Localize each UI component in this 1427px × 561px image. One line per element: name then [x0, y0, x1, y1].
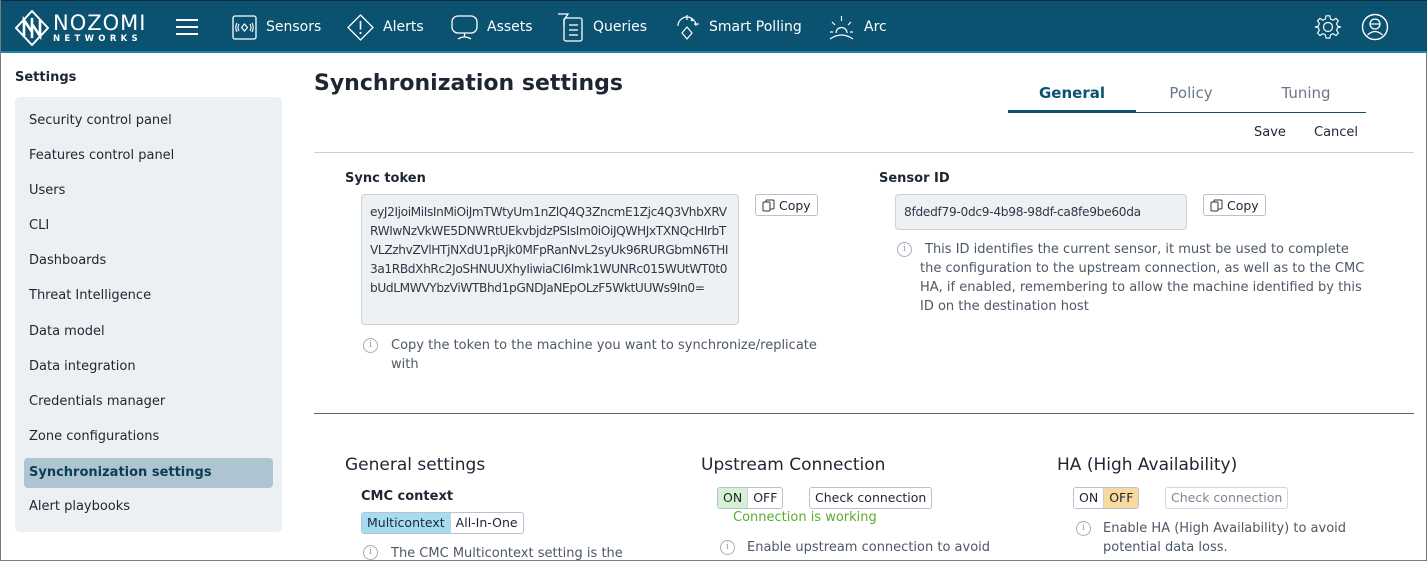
upstream-connection-title: Upstream Connection	[701, 455, 886, 475]
sidebar-item-security-control-panel[interactable]: Security control panel	[29, 113, 172, 128]
upstream-on-option[interactable]: ON	[718, 488, 748, 508]
sidebar-item-synchronization-settings[interactable]: Synchronization settings	[24, 458, 273, 488]
info-icon: i	[897, 242, 912, 257]
settings-sidebar: Security control panel Features control …	[15, 97, 282, 532]
cmc-context-label: CMC context	[361, 489, 454, 504]
ha-toggle: ON OFF	[1073, 487, 1140, 509]
top-navigation-bar: NOZOMI NETWORKS Sensors Alerts Assets Qu…	[1, 0, 1427, 53]
info-icon: i	[720, 540, 735, 555]
sidebar-item-alert-playbooks[interactable]: Alert playbooks	[29, 499, 130, 514]
nav-queries[interactable]: Queries	[557, 11, 647, 43]
tab-policy[interactable]: Policy	[1136, 84, 1246, 112]
sidebar-item-features-control-panel[interactable]: Features control panel	[29, 148, 174, 163]
nav-sensors[interactable]: Sensors	[232, 11, 321, 43]
nav-smart-polling[interactable]: Smart Polling	[675, 11, 802, 43]
settings-button[interactable]	[1314, 13, 1342, 41]
ha-info: Enable HA (High Availability) to avoid p…	[1103, 521, 1347, 555]
sidebar-item-dashboards[interactable]: Dashboards	[29, 253, 106, 268]
sidebar-title: Settings	[15, 70, 77, 85]
cancel-button[interactable]: Cancel	[1314, 125, 1358, 140]
smart-polling-icon	[677, 14, 699, 40]
nav-arc[interactable]: Arc	[828, 11, 887, 43]
filter-list-icon	[558, 13, 583, 42]
section-divider	[314, 413, 1414, 414]
alert-diamond-icon	[347, 13, 374, 41]
sync-token-label: Sync token	[345, 171, 426, 186]
nav-label: Sensors	[266, 19, 322, 35]
user-avatar-icon	[1361, 13, 1389, 41]
nav-label: Alerts	[383, 19, 424, 35]
cmc-context-toggle: Multicontext All-In-One	[361, 512, 524, 534]
info-icon: i	[363, 338, 378, 353]
info-icon: i	[1076, 521, 1091, 536]
sidebar-item-data-model[interactable]: Data model	[29, 324, 105, 339]
upstream-status: Connection is working	[733, 510, 877, 525]
arc-sunrise-icon	[829, 15, 854, 39]
nav-assets[interactable]: Assets	[451, 11, 533, 43]
page-title: Synchronization settings	[314, 71, 623, 96]
ha-off-option[interactable]: OFF	[1103, 488, 1139, 508]
menu-hamburger-icon[interactable]	[176, 17, 198, 37]
monitor-icon	[451, 14, 478, 40]
upstream-info: Enable upstream connection to avoid	[747, 540, 991, 555]
sync-token-field[interactable]: eyJ2IjoiMiIsInMiOiJmTWtyUm1nZlQ4Q3ZncmE1…	[361, 194, 739, 325]
copy-label: Copy	[779, 197, 811, 213]
user-menu-button[interactable]	[1361, 13, 1389, 41]
upstream-toggle: ON OFF	[717, 487, 784, 509]
cmc-multicontext-option[interactable]: Multicontext	[362, 513, 450, 533]
tab-general[interactable]: General	[1008, 84, 1136, 113]
cmc-all-in-one-option[interactable]: All-In-One	[449, 513, 523, 533]
nav-alerts[interactable]: Alerts	[347, 11, 424, 43]
divider	[314, 152, 1414, 153]
sidebar-item-cli[interactable]: CLI	[29, 218, 49, 233]
nav-label: Queries	[593, 19, 648, 35]
sensors-icon	[232, 14, 257, 40]
nozomi-logo-icon	[15, 10, 49, 46]
brand-subtitle: NETWORKS	[53, 33, 142, 44]
sidebar-item-users[interactable]: Users	[29, 183, 65, 198]
ha-check-connection-button[interactable]: Check connection	[1165, 487, 1289, 509]
sidebar-item-credentials-manager[interactable]: Credentials manager	[29, 394, 165, 409]
copy-icon	[762, 199, 775, 211]
upstream-off-option[interactable]: OFF	[747, 488, 782, 508]
settings-tabs: General Policy Tuning	[1008, 84, 1366, 113]
nav-label: Assets	[487, 19, 533, 35]
upstream-check-connection-button[interactable]: Check connection	[809, 487, 933, 509]
ha-on-option[interactable]: ON	[1074, 488, 1103, 508]
sidebar-item-data-integration[interactable]: Data integration	[29, 359, 136, 374]
copy-sensor-id-button[interactable]: Copy	[1203, 194, 1266, 216]
copy-label: Copy	[1227, 197, 1259, 213]
ha-title: HA (High Availability)	[1057, 455, 1238, 475]
tab-tuning[interactable]: Tuning	[1246, 84, 1366, 112]
sidebar-item-zone-configurations[interactable]: Zone configurations	[29, 429, 159, 444]
nozomi-logo[interactable]: NOZOMI NETWORKS	[15, 9, 146, 47]
sensor-id-label: Sensor ID	[879, 171, 950, 186]
save-button[interactable]: Save	[1254, 125, 1286, 140]
nav-label: Arc	[864, 19, 887, 35]
info-icon: i	[363, 545, 378, 560]
brand-name: NOZOMI	[53, 10, 147, 35]
sidebar-item-threat-intelligence[interactable]: Threat Intelligence	[29, 288, 151, 303]
gear-icon	[1314, 15, 1342, 39]
copy-token-button[interactable]: Copy	[755, 194, 818, 216]
cmc-context-info: The CMC Multicontext setting is the	[391, 546, 623, 561]
nav-label: Smart Polling	[709, 19, 802, 35]
sensor-id-info: This ID identifies the current sensor, i…	[920, 242, 1365, 314]
sensor-id-field[interactable]: 8fdedf79-0dc9-4b98-98df-ca8fe9be60da	[895, 194, 1187, 230]
copy-icon	[1210, 199, 1223, 211]
general-settings-title: General settings	[345, 455, 486, 475]
sync-token-info: Copy the token to the machine you want t…	[391, 338, 817, 372]
